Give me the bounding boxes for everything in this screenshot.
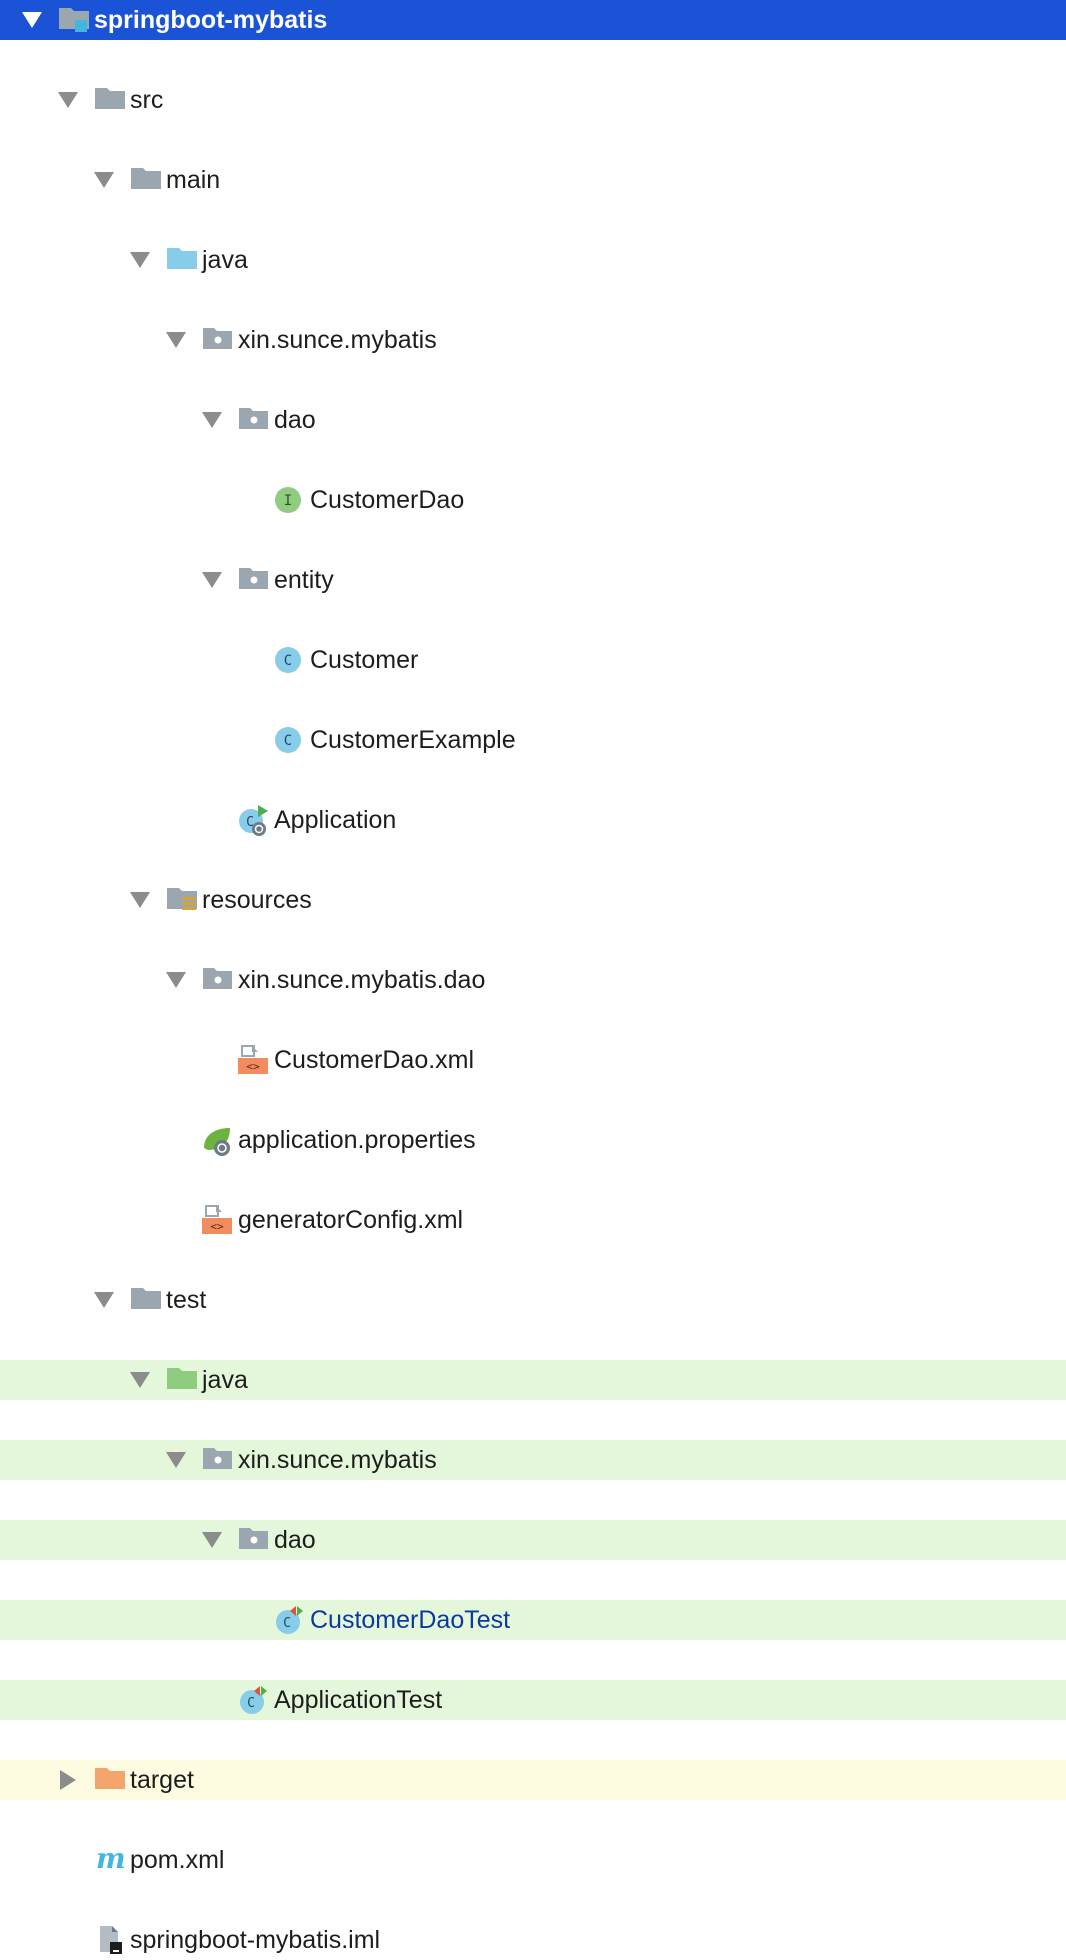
tree-row-customer[interactable]: C Customer (0, 640, 1066, 680)
tree-label: main (166, 166, 221, 194)
tree-row-root[interactable]: springboot-mybatis (0, 0, 1066, 40)
expand-arrow-icon[interactable] (200, 400, 224, 440)
test-source-root-icon (166, 1360, 198, 1400)
tree-label: CustomerDao (310, 486, 465, 514)
folder-icon (130, 1280, 162, 1320)
expand-arrow-icon[interactable] (92, 1280, 116, 1320)
svg-text:<>: <> (246, 1060, 260, 1073)
expand-arrow-icon[interactable] (164, 960, 188, 1000)
excluded-folder-icon (94, 1760, 126, 1800)
tree-row-test-java[interactable]: java (0, 1360, 1066, 1400)
svg-text:C: C (284, 733, 292, 749)
tree-row-customer-dao[interactable]: I CustomerDao (0, 480, 1066, 520)
xml-file-icon: <> (238, 1040, 270, 1080)
package-icon (202, 320, 234, 360)
resources-folder-icon (166, 880, 198, 920)
svg-text:C: C (247, 1696, 255, 1711)
tree-row-pom[interactable]: m pom.xml (0, 1840, 1066, 1880)
tree-row-main[interactable]: main (0, 160, 1066, 200)
tree-label: springboot-mybatis (94, 6, 328, 34)
tree-row-customer-dao-xml[interactable]: <> CustomerDao.xml (0, 1040, 1066, 1080)
spring-boot-class-icon: C (238, 800, 270, 840)
tree-label: CustomerDaoTest (310, 1606, 511, 1634)
tree-row-customer-dao-test[interactable]: C CustomerDaoTest (0, 1600, 1066, 1640)
expand-arrow-icon[interactable] (128, 1360, 152, 1400)
module-folder-icon (58, 0, 90, 40)
svg-text:I: I (284, 493, 292, 509)
tree-row-main-java[interactable]: java (0, 240, 1066, 280)
tree-label: Customer (310, 646, 419, 674)
project-tree: springboot-mybatis src main java xin.sun… (0, 0, 1066, 1954)
collapse-arrow-icon[interactable] (58, 1760, 82, 1800)
xml-file-icon: <> (202, 1200, 234, 1240)
tree-label: CustomerDao.xml (274, 1046, 475, 1074)
iml-file-icon (94, 1920, 126, 1960)
tree-row-entity[interactable]: entity (0, 560, 1066, 600)
svg-text:<>: <> (210, 1220, 224, 1233)
tree-label: src (130, 86, 164, 114)
class-icon: C (274, 720, 306, 760)
expand-arrow-icon[interactable] (92, 160, 116, 200)
tree-row-resources-package[interactable]: xin.sunce.mybatis.dao (0, 960, 1066, 1000)
tree-row-application[interactable]: C Application (0, 800, 1066, 840)
tree-row-app-properties[interactable]: application.properties (0, 1120, 1066, 1160)
tree-row-test-package[interactable]: xin.sunce.mybatis (0, 1440, 1066, 1480)
tree-label: entity (274, 566, 334, 594)
tree-row-application-test[interactable]: C ApplicationTest (0, 1680, 1066, 1720)
tree-row-test-dao[interactable]: dao (0, 1520, 1066, 1560)
tree-row-target[interactable]: target (0, 1760, 1066, 1800)
tree-label: CustomerExample (310, 726, 516, 754)
package-icon (202, 1440, 234, 1480)
tree-row-generator-config[interactable]: <> generatorConfig.xml (0, 1200, 1066, 1240)
tree-label: dao (274, 406, 316, 434)
expand-arrow-icon[interactable] (128, 240, 152, 280)
expand-arrow-icon[interactable] (56, 80, 80, 120)
expand-arrow-icon[interactable] (164, 1440, 188, 1480)
folder-icon (130, 160, 162, 200)
interface-icon: I (274, 480, 306, 520)
expand-arrow-icon[interactable] (20, 0, 44, 40)
tree-label: dao (274, 1526, 316, 1554)
maven-icon: m (94, 1840, 126, 1880)
tree-row-src[interactable]: src (0, 80, 1066, 120)
tree-label: resources (202, 886, 312, 914)
tree-label: xin.sunce.mybatis (238, 326, 437, 354)
tree-row-customer-example[interactable]: C CustomerExample (0, 720, 1066, 760)
tree-label: java (202, 1366, 248, 1394)
tree-row-iml[interactable]: springboot-mybatis.iml (0, 1920, 1066, 1960)
tree-label: Application (274, 806, 397, 834)
tree-label: generatorConfig.xml (238, 1206, 464, 1234)
tree-row-main-package[interactable]: xin.sunce.mybatis (0, 320, 1066, 360)
tree-label: java (202, 246, 248, 274)
svg-text:m: m (96, 1844, 126, 1874)
package-icon (238, 1520, 270, 1560)
svg-text:C: C (283, 1616, 291, 1631)
expand-arrow-icon[interactable] (200, 560, 224, 600)
tree-label: application.properties (238, 1126, 476, 1154)
source-root-folder-icon (166, 240, 198, 280)
package-icon (238, 560, 270, 600)
tree-label: springboot-mybatis.iml (130, 1926, 381, 1954)
tree-label: pom.xml (130, 1846, 225, 1874)
tree-row-resources[interactable]: resources (0, 880, 1066, 920)
tree-row-test[interactable]: test (0, 1280, 1066, 1320)
expand-arrow-icon[interactable] (128, 880, 152, 920)
tree-label: xin.sunce.mybatis (238, 1446, 437, 1474)
spring-properties-icon (202, 1120, 234, 1160)
svg-text:C: C (284, 653, 292, 669)
class-icon: C (274, 640, 306, 680)
tree-label: target (130, 1766, 194, 1794)
package-icon (238, 400, 270, 440)
expand-arrow-icon[interactable] (164, 320, 188, 360)
expand-arrow-icon[interactable] (200, 1520, 224, 1560)
package-icon (202, 960, 234, 1000)
tree-label: xin.sunce.mybatis.dao (238, 966, 486, 994)
test-class-icon: C (274, 1600, 306, 1640)
tree-label: ApplicationTest (274, 1686, 443, 1714)
test-class-icon: C (238, 1680, 270, 1720)
folder-icon (94, 80, 126, 120)
tree-row-dao[interactable]: dao (0, 400, 1066, 440)
tree-label: test (166, 1286, 207, 1314)
